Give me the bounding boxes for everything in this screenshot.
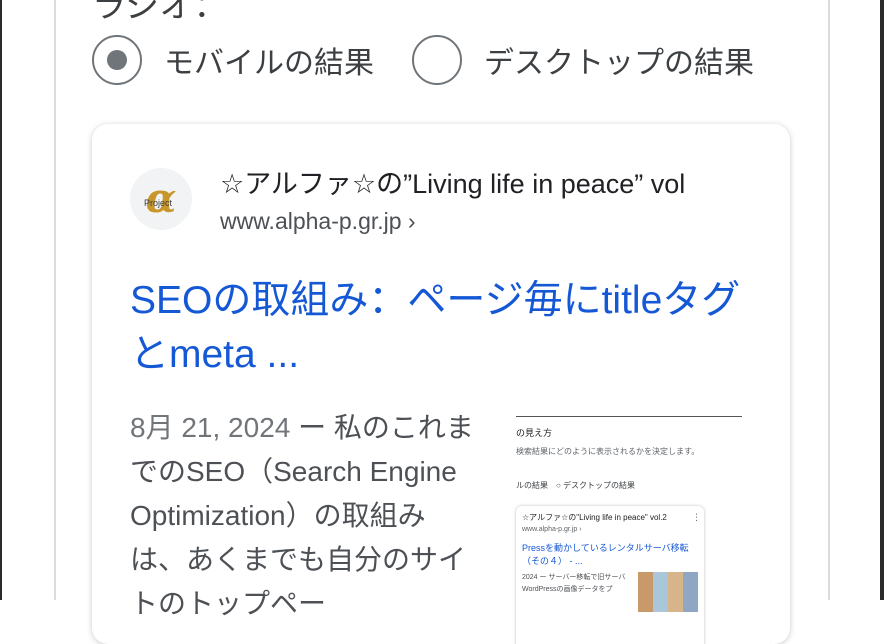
thumbnail-desc: 検索結果にどのように表示されるかを決定します。 [516,447,700,456]
section-heading: ラジオ： [92,0,228,25]
panel-border-left [54,0,56,600]
result-title-link[interactable]: SEOの取組み：ページ毎にtitleタグとmeta ... [130,274,760,382]
radio-button-selected-icon[interactable] [92,35,142,85]
thumbnail-heading: の見え方 [516,428,553,438]
more-vert-icon: ⋮ [692,512,701,522]
thumbnail-title: Pressを動かしているレンタルサーバ移転（その４） - ... [522,543,689,566]
site-name[interactable]: ☆アルファ☆の”Living life in peace” vol [220,162,790,201]
thumbnail-site: ☆アルファ☆の"Living life in peace" vol.2 [522,513,667,522]
thumbnail-mini-card: ☆アルファ☆の"Living life in peace" vol.2 ⋮ ww… [516,506,704,644]
panel-border-right [828,0,830,600]
snippet-text: ー 私のこれまでのSEO（Search Engine Optimization）… [130,412,474,619]
site-url[interactable]: www.alpha-p.gr.jp › [220,208,416,235]
screen-frame-left [0,0,2,600]
site-favicon: α Project [130,168,192,230]
result-thumbnail[interactable]: の見え方 検索結果にどのように表示されるかを決定します。 ルの結果 ○ デスクト… [508,414,748,644]
search-result-preview-card: α Project ☆アルファ☆の”Living life in peace” … [92,124,790,644]
thumbnail-divider [516,416,742,417]
thumbnail-image [638,572,698,612]
thumbnail-snippet: 2024 ー サーバー移転で旧サーバWordPressの画像データをプ [522,574,626,593]
result-snippet: 8月 21, 2024 ー 私のこれまでのSEO（Search Engine O… [130,406,475,626]
radio-desktop-results[interactable]: デスクトップの結果 [412,32,754,88]
thumbnail-options: ルの結果 ○ デスクトップの結果 [516,481,636,490]
radio-mobile-results[interactable]: モバイルの結果 [92,32,374,88]
favicon-text: Project [144,198,173,208]
screen-frame-right [880,0,884,600]
thumbnail-url: www.alpha-p.gr.jp › [522,526,582,533]
radio-button-icon[interactable] [412,35,462,85]
radio-label-mobile: モバイルの結果 [164,47,374,80]
radio-label-desktop: デスクトップの結果 [484,47,754,80]
result-date: 8月 21, 2024 [130,412,291,443]
